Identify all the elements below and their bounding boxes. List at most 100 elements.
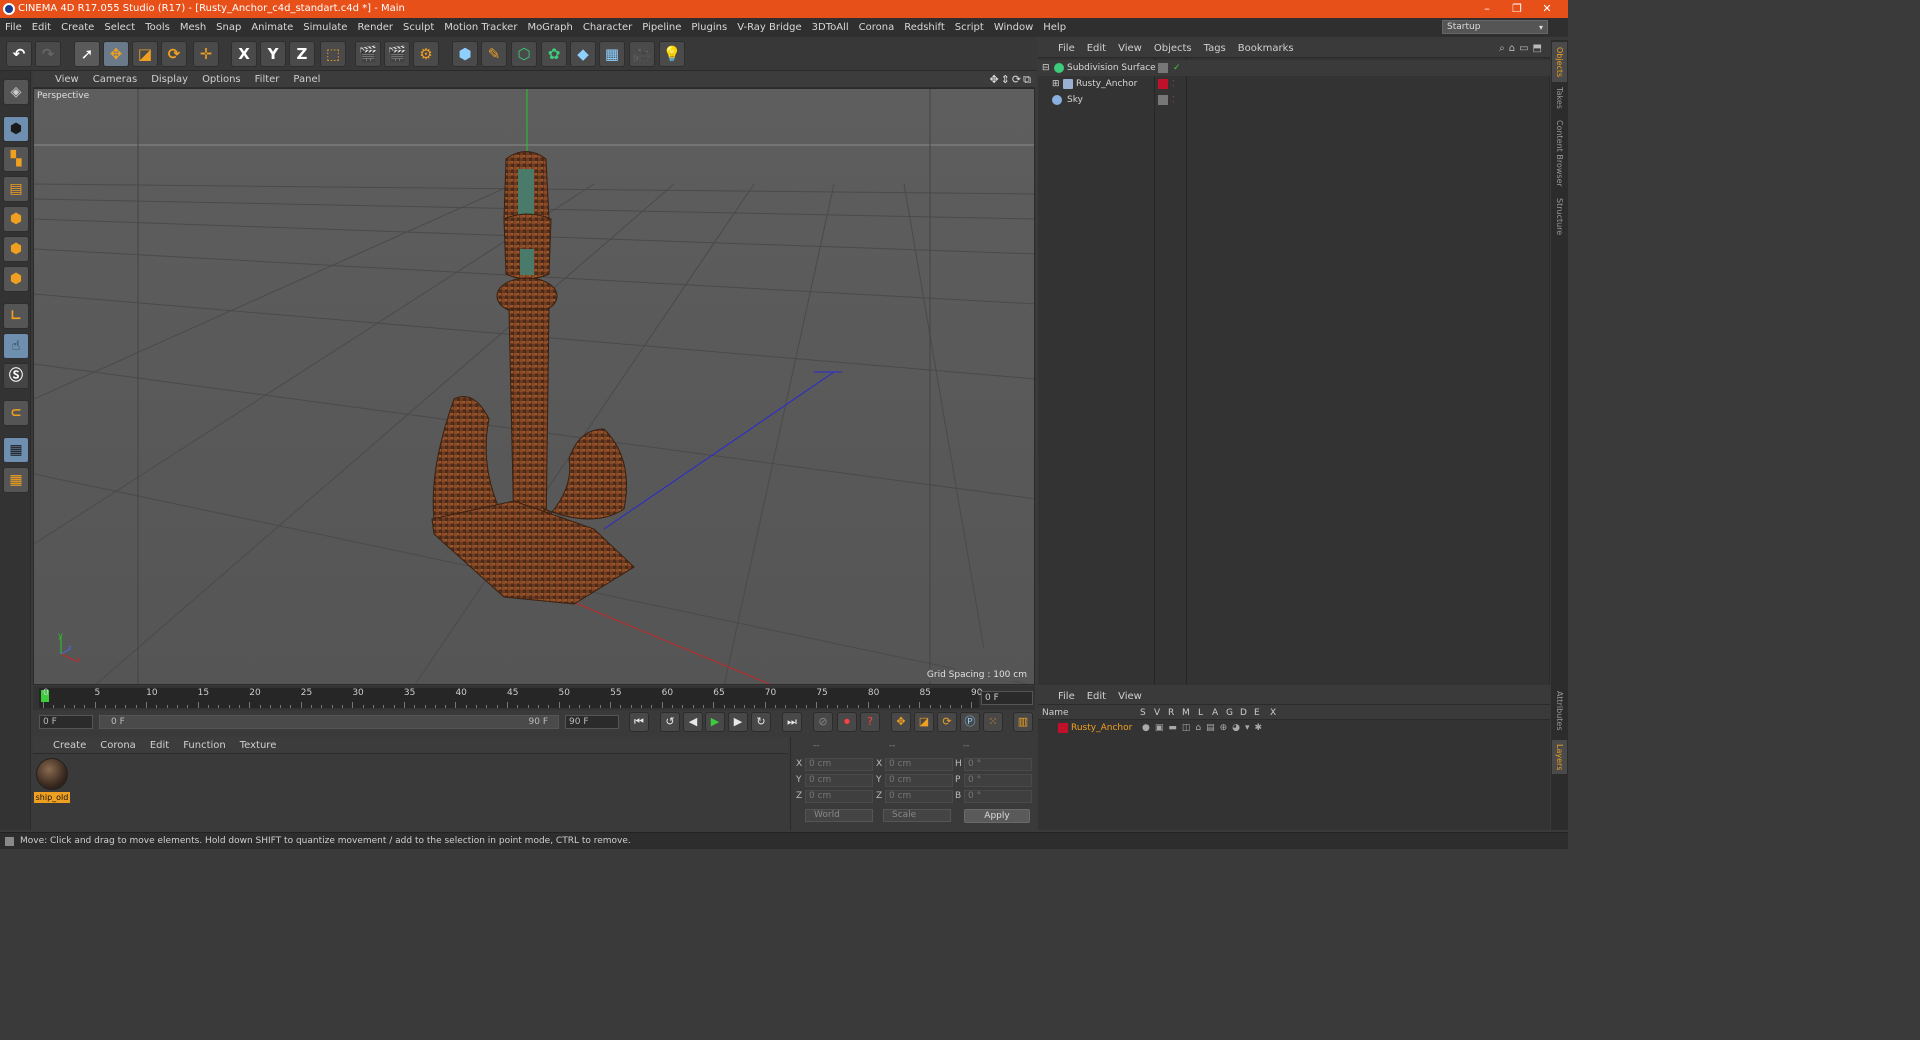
menu-mograph[interactable]: MoGraph xyxy=(522,18,577,37)
object-menu-tags[interactable]: Tags xyxy=(1198,40,1232,58)
record-keys-icon[interactable]: ⊘ xyxy=(813,712,833,732)
viewport-menu-display[interactable]: Display xyxy=(144,71,195,88)
tab-content-browser[interactable]: Content Browser xyxy=(1552,116,1567,190)
menu-corona[interactable]: Corona xyxy=(854,18,900,37)
object-row-subdivision-surface[interactable]: ⊟ Subdivision Surface ✓ xyxy=(1038,60,1550,76)
object-manager-tools-icons[interactable]: ⌕⌂▭⬒ xyxy=(1499,40,1546,58)
layout-dropdown[interactable]: Startup ▾ xyxy=(1442,20,1548,34)
object-row-sky[interactable]: Sky ⁚ xyxy=(1038,92,1550,108)
layer-menu-view[interactable]: View xyxy=(1112,688,1148,705)
menu-edit[interactable]: Edit xyxy=(27,18,56,37)
material-name[interactable]: ship_old xyxy=(34,792,70,803)
cube-primitive-icon[interactable]: ⬢ xyxy=(452,41,478,67)
go-to-start-icon[interactable]: ⏮ xyxy=(629,712,649,732)
axis-mode-icon[interactable]: ∟ xyxy=(3,303,29,329)
layer-menu-edit[interactable]: Edit xyxy=(1081,688,1112,705)
cloner-icon[interactable]: ✿ xyxy=(541,41,567,67)
render-picture-viewer-icon[interactable]: 🎬 xyxy=(384,41,410,67)
menu-create[interactable]: Create xyxy=(56,18,99,37)
menu-animate[interactable]: Animate xyxy=(246,18,298,37)
key-position-icon[interactable]: ✥ xyxy=(891,712,911,732)
range-slider[interactable]: 0 F 90 F xyxy=(99,715,559,729)
position-z-field[interactable]: 0 cm xyxy=(805,790,873,803)
menu-motion-tracker[interactable]: Motion Tracker xyxy=(439,18,522,37)
render-settings-icon[interactable]: ⚙ xyxy=(413,41,439,67)
workplane-mode-icon[interactable]: ▤ xyxy=(3,176,29,202)
tab-objects[interactable]: Objects xyxy=(1552,42,1567,82)
coordinate-mode-dropdown[interactable]: World xyxy=(805,809,873,822)
scale-tool-icon[interactable]: ◪ xyxy=(132,41,158,67)
render-view-icon[interactable]: 🎬 xyxy=(355,41,381,67)
viewport-menu-panel[interactable]: Panel xyxy=(286,71,327,88)
timeline[interactable]: 0 5 10 15 20 25 30 35 40 45 50 55 60 65 70 75 80 85 90 0 F xyxy=(33,686,1035,710)
position-y-field[interactable]: 0 cm xyxy=(805,774,873,787)
size-z-field[interactable]: 0 cm xyxy=(885,790,953,803)
restore-button[interactable]: ❐ xyxy=(1502,0,1532,18)
visibility-toggle-icon[interactable] xyxy=(1158,95,1168,105)
menu-snap[interactable]: Snap xyxy=(211,18,246,37)
collapse-icon[interactable]: ⊟ xyxy=(1042,60,1050,76)
rotation-p-field[interactable]: 0 ° xyxy=(964,774,1032,787)
viewport-menu-filter[interactable]: Filter xyxy=(248,71,287,88)
autokey-icon[interactable]: ⏺ xyxy=(837,712,857,732)
make-editable-icon[interactable]: ◈ xyxy=(3,79,29,105)
selection-tool-icon[interactable]: ➚ xyxy=(74,41,100,67)
edges-mode-icon[interactable]: ⬢ xyxy=(3,236,29,262)
menu-3dtoall[interactable]: 3DToAll xyxy=(807,18,854,37)
end-frame-field[interactable]: 90 F xyxy=(565,715,619,729)
material-preview-ship-old[interactable] xyxy=(36,758,68,790)
model-mode-icon[interactable]: ⬢ xyxy=(3,116,29,142)
viewport-menu-view[interactable]: View xyxy=(33,71,86,88)
viewport-nav-icons[interactable]: ✥⇕⟳⧉ xyxy=(989,71,1033,88)
layer-color-tag[interactable] xyxy=(1158,79,1168,89)
object-menu-view[interactable]: View xyxy=(1112,40,1148,58)
rotation-h-field[interactable]: 0 ° xyxy=(964,758,1032,771)
size-mode-dropdown[interactable]: Scale xyxy=(883,809,951,822)
object-row-rusty-anchor[interactable]: ⊞ Rusty_Anchor ⁚ xyxy=(1038,76,1550,92)
workplane-lock-icon[interactable]: ▦ xyxy=(3,437,29,463)
deformer-icon[interactable]: ◆ xyxy=(570,41,596,67)
viewport-perspective[interactable]: Perspective y x z Grid Spacing : 100 cm xyxy=(33,88,1035,685)
menu-vray-bridge[interactable]: V-Ray Bridge xyxy=(732,18,806,37)
menu-pipeline[interactable]: Pipeline xyxy=(637,18,686,37)
minimize-button[interactable]: – xyxy=(1472,0,1502,18)
visibility-dots-icon[interactable]: ⁚ xyxy=(1172,76,1175,92)
key-rotation-icon[interactable]: ⟳ xyxy=(937,712,957,732)
material-menu-corona[interactable]: Corona xyxy=(93,737,143,754)
next-key-icon[interactable]: ↻ xyxy=(751,712,771,732)
timeline-ruler[interactable]: 0 5 10 15 20 25 30 35 40 45 50 55 60 65 70 75 80 85 90 xyxy=(39,688,982,708)
polygons-mode-icon[interactable]: ⬢ xyxy=(3,266,29,292)
texture-mode-icon[interactable]: ▚ xyxy=(3,146,29,172)
tab-layers[interactable]: Layers xyxy=(1552,740,1567,774)
viewport-menu-options[interactable]: Options xyxy=(195,71,248,88)
menu-help[interactable]: Help xyxy=(1038,18,1071,37)
visibility-toggle-icon[interactable] xyxy=(1158,63,1168,73)
points-mode-icon[interactable]: ⬢ xyxy=(3,206,29,232)
object-menu-edit[interactable]: Edit xyxy=(1081,40,1112,58)
menu-sculpt[interactable]: Sculpt xyxy=(398,18,439,37)
object-menu-file[interactable]: File xyxy=(1038,40,1081,58)
play-icon[interactable]: ▶ xyxy=(705,712,725,732)
material-menu-texture[interactable]: Texture xyxy=(233,737,284,754)
size-x-field[interactable]: 0 cm xyxy=(885,758,953,771)
size-y-field[interactable]: 0 cm xyxy=(885,774,953,787)
live-selection-icon[interactable]: ✛ xyxy=(193,41,219,67)
expand-icon[interactable]: ⊞ xyxy=(1052,76,1060,92)
rotate-tool-icon[interactable]: ⟳ xyxy=(161,41,187,67)
axis-x-button[interactable]: X xyxy=(231,41,257,67)
go-to-end-icon[interactable]: ⏭ xyxy=(782,712,802,732)
menu-file[interactable]: File xyxy=(0,18,27,37)
tab-structure[interactable]: Structure xyxy=(1552,194,1567,240)
object-menu-objects[interactable]: Objects xyxy=(1148,40,1198,58)
rotation-b-field[interactable]: 0 ° xyxy=(964,790,1032,803)
menu-mesh[interactable]: Mesh xyxy=(175,18,211,37)
menu-script[interactable]: Script xyxy=(950,18,989,37)
coordinate-system-icon[interactable]: ⬚ xyxy=(320,41,346,67)
undo-icon[interactable]: ↶ xyxy=(6,41,32,67)
keyframe-selection-icon[interactable]: ? xyxy=(860,712,880,732)
light-icon[interactable]: 💡 xyxy=(659,41,685,67)
key-pla-icon[interactable]: ⁙ xyxy=(983,712,1003,732)
material-menu-edit[interactable]: Edit xyxy=(143,737,176,754)
camera-icon[interactable]: 🎥 xyxy=(629,41,655,67)
object-menu-bookmarks[interactable]: Bookmarks xyxy=(1232,40,1300,58)
